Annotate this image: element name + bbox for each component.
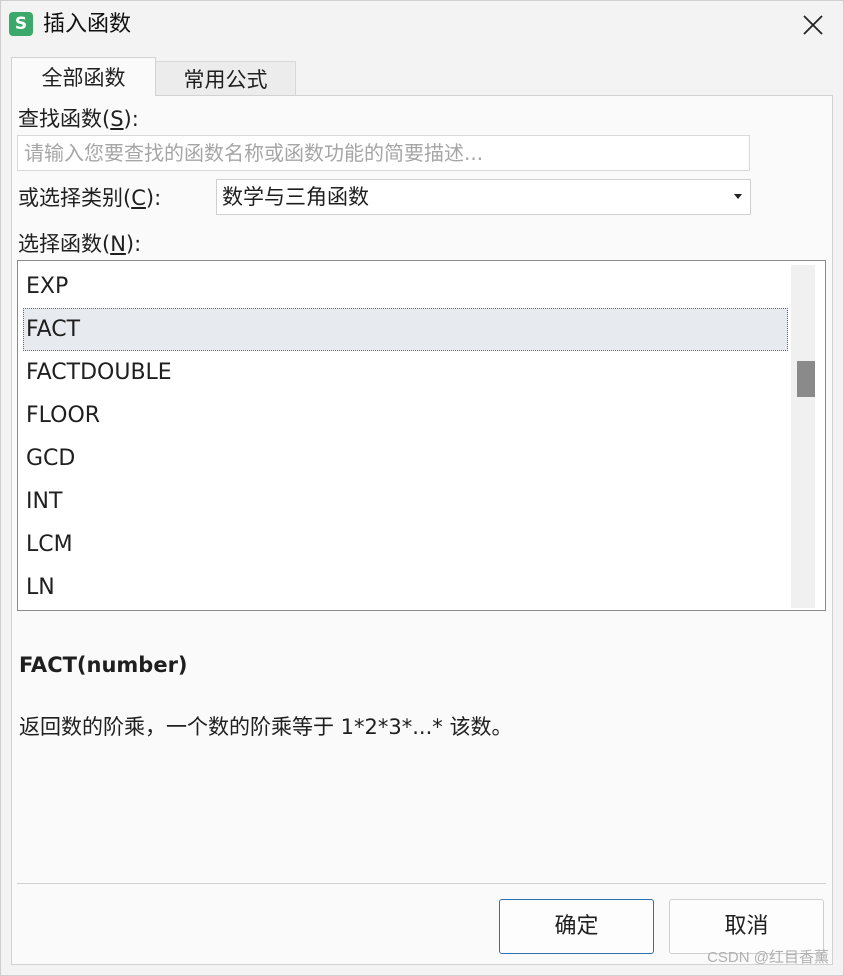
- function-description: 返回数的阶乘，一个数的阶乘等于 1*2*3*...* 该数。: [19, 715, 513, 739]
- function-list-label: 选择函数(N):: [18, 232, 142, 256]
- title-bar: S 插入函数: [1, 1, 843, 49]
- category-dropdown[interactable]: 数学与三角函数: [216, 179, 751, 215]
- list-item[interactable]: INT: [23, 480, 788, 523]
- list-item[interactable]: FLOOR: [23, 394, 788, 437]
- list-item[interactable]: LN: [23, 566, 788, 609]
- list-item-selected[interactable]: FACT: [23, 308, 788, 351]
- list-item[interactable]: FACTDOUBLE: [23, 351, 788, 394]
- tab-all-functions[interactable]: 全部函数: [11, 57, 156, 96]
- chevron-down-icon: [734, 194, 742, 199]
- tab-common-formulas[interactable]: 常用公式: [156, 61, 296, 95]
- scrollbar-thumb[interactable]: [797, 361, 815, 397]
- category-label: 或选择类别(C):: [18, 186, 162, 210]
- watermark: CSDN @红目香薰: [707, 949, 829, 966]
- list-scrollbar[interactable]: [791, 265, 815, 608]
- insert-function-dialog: S 插入函数 全部函数 常用公式 查找函数(S): 或选择类别(C): 数学与三…: [0, 0, 844, 976]
- list-item[interactable]: LCM: [23, 523, 788, 566]
- divider: [17, 883, 826, 884]
- close-button[interactable]: [783, 1, 843, 49]
- close-icon: [803, 15, 823, 35]
- list-item[interactable]: EXP: [23, 265, 788, 308]
- ok-button[interactable]: 确定: [499, 899, 654, 954]
- function-signature: FACT(number): [19, 653, 188, 677]
- wps-app-icon: S: [9, 12, 33, 36]
- search-input[interactable]: [17, 135, 750, 171]
- dialog-title: 插入函数: [43, 12, 132, 37]
- function-listbox[interactable]: EXP FACT FACTDOUBLE FLOOR GCD INT LCM LN: [17, 260, 826, 611]
- search-label: 查找函数(S):: [18, 107, 139, 131]
- list-item[interactable]: GCD: [23, 437, 788, 480]
- category-selected-value: 数学与三角函数: [222, 185, 369, 209]
